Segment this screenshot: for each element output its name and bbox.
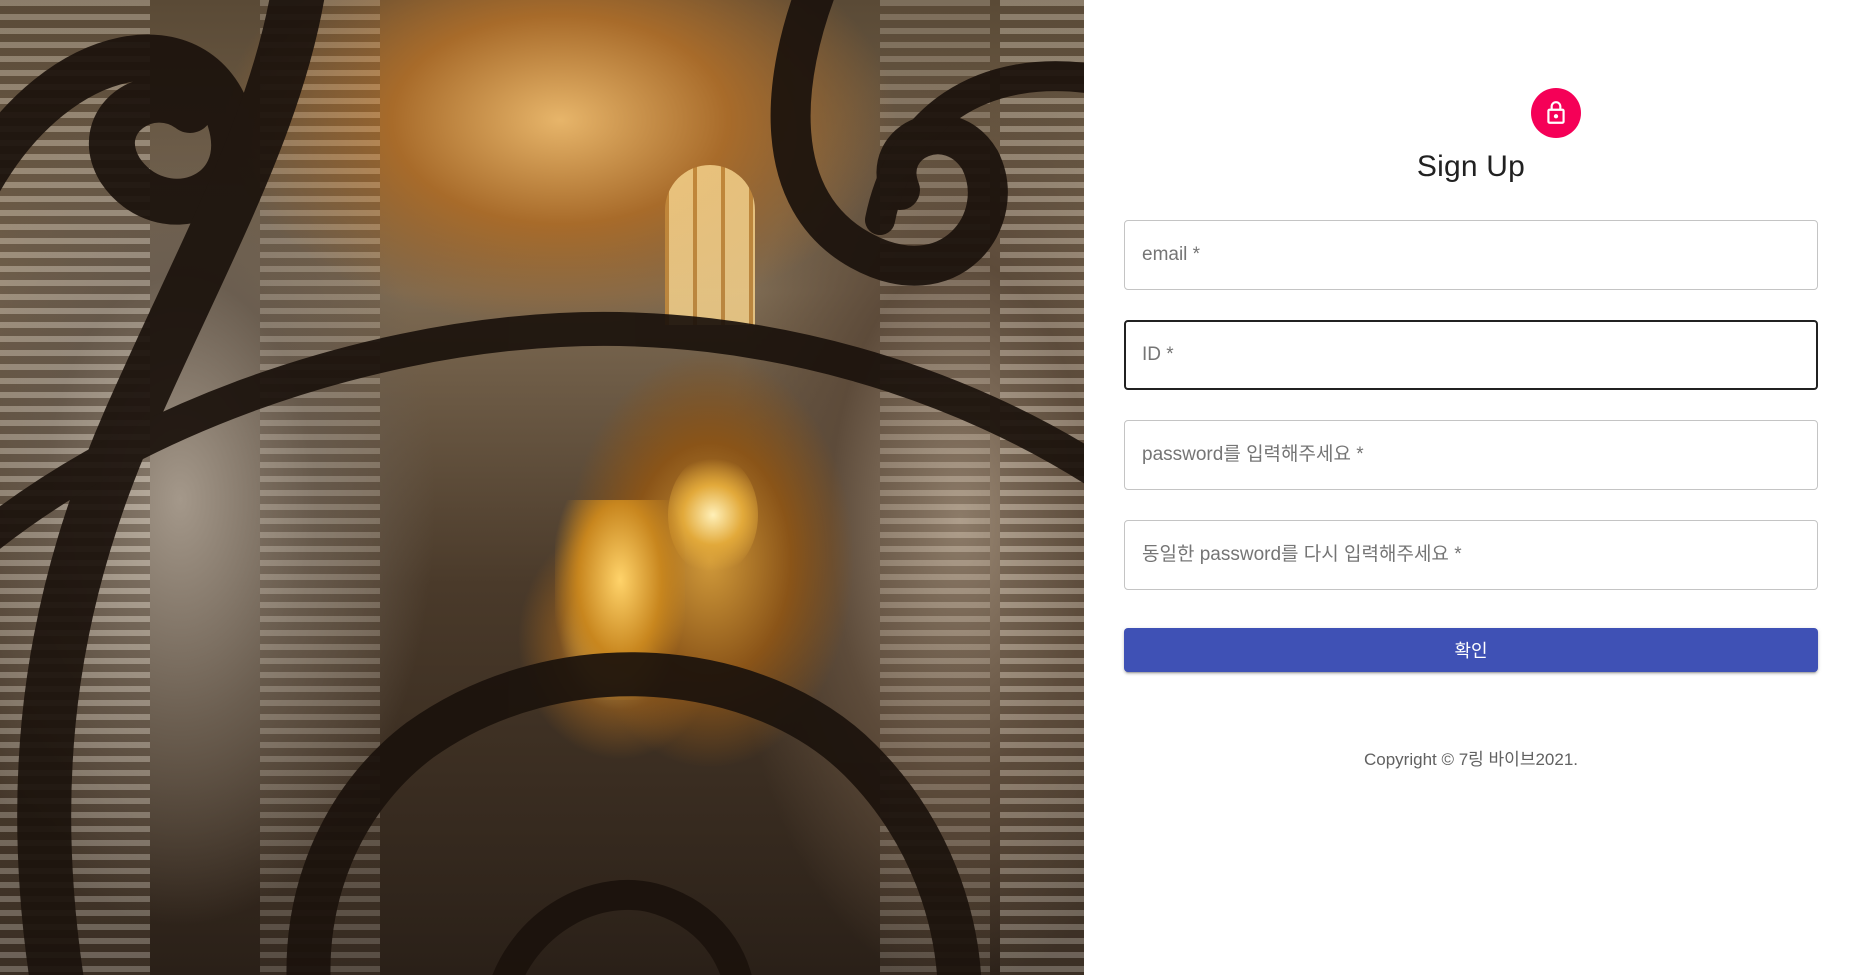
password-field[interactable] (1124, 420, 1818, 490)
email-field[interactable] (1124, 220, 1818, 290)
hero-image (0, 0, 1084, 975)
password-confirm-field[interactable] (1124, 520, 1818, 590)
submit-button[interactable]: 확인 (1124, 628, 1818, 672)
wrought-iron-overlay (0, 0, 1084, 975)
id-field[interactable] (1124, 320, 1818, 390)
copyright-link[interactable]: 7링 바이브 (1459, 750, 1536, 769)
password-input[interactable] (1125, 421, 1817, 489)
lock-avatar (1531, 88, 1581, 138)
signup-panel: Sign Up 확인 Copyright © 7링 바이브2021. (1084, 0, 1858, 975)
page-title: Sign Up (1416, 150, 1526, 183)
id-input[interactable] (1126, 322, 1816, 388)
lock-icon (1547, 101, 1565, 124)
email-input[interactable] (1125, 221, 1817, 289)
copyright-suffix: 2021. (1535, 750, 1579, 769)
password-confirm-input[interactable] (1125, 521, 1817, 589)
signup-page: Sign Up 확인 Copyright © 7링 바이브2021. (0, 0, 1858, 975)
copyright-footer: Copyright © 7링 바이브2021. (1084, 745, 1858, 770)
copyright-prefix: Copyright © (1363, 750, 1459, 769)
